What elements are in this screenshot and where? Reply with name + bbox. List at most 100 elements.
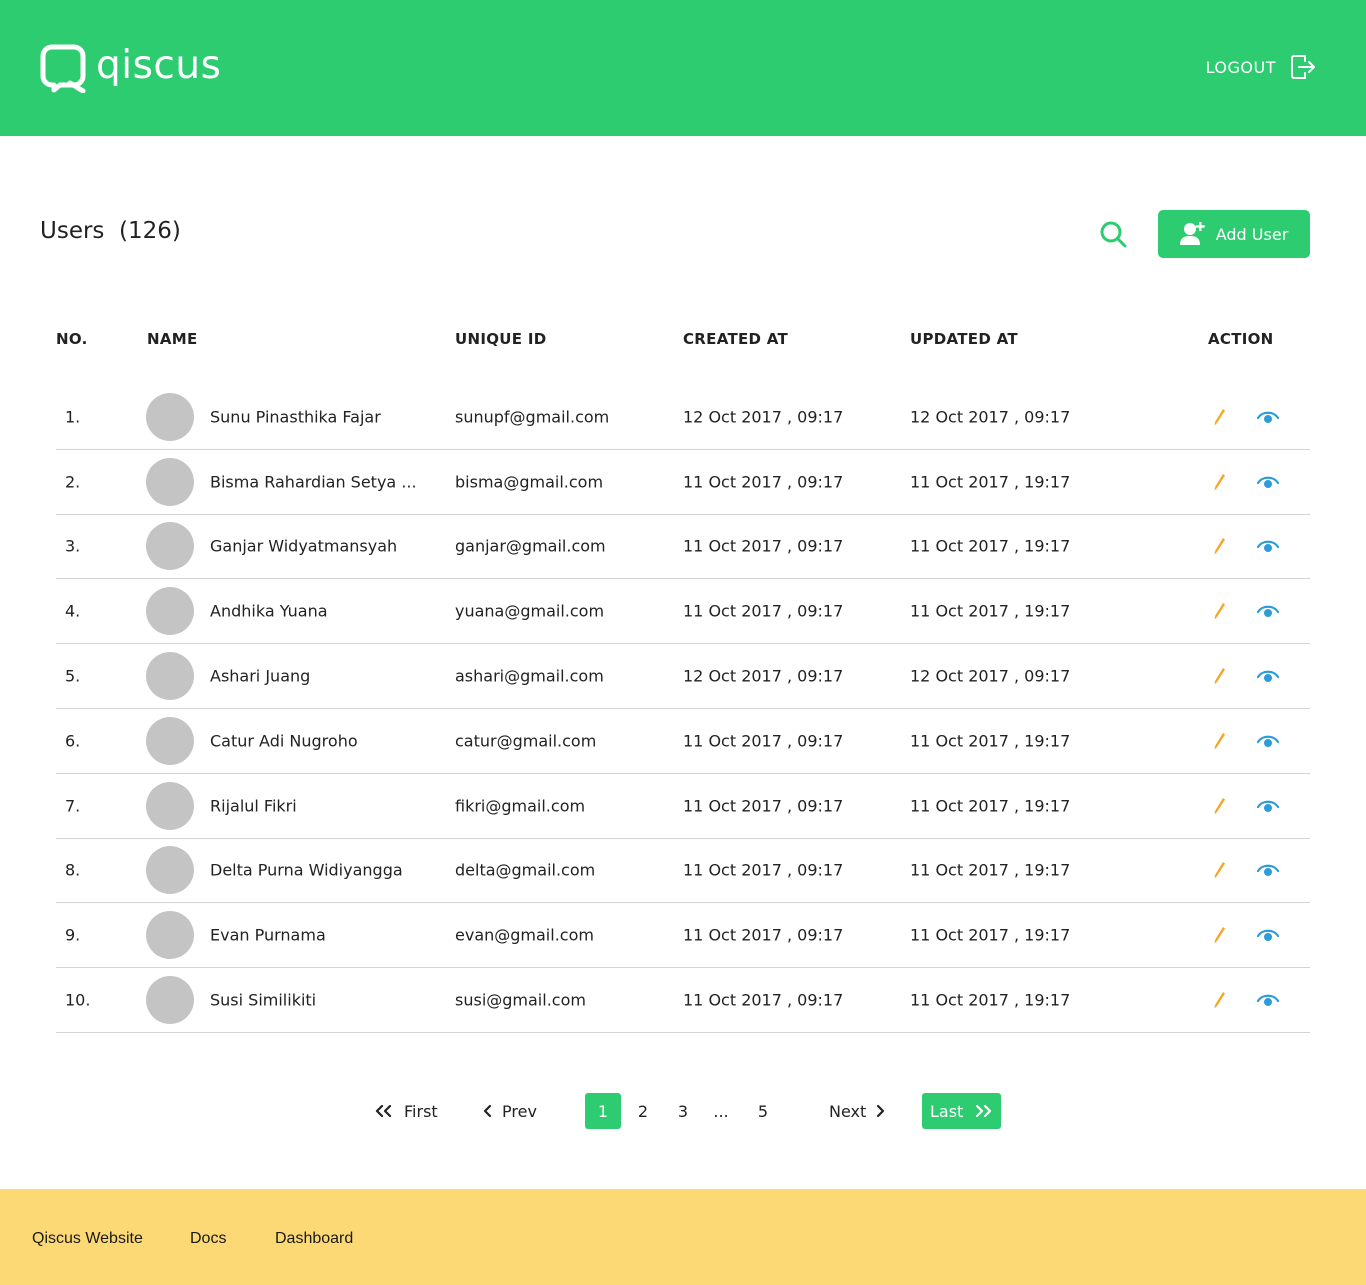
eye-icon <box>1257 668 1279 684</box>
eye-icon <box>1257 798 1279 814</box>
users-table-body: 1. Sunu Pinasthika Fajar sunupf@gmail.com 1… <box>56 385 1310 1033</box>
column-header-created-at[interactable]: CREATED AT <box>683 330 788 348</box>
row-number: 2. <box>65 472 81 492</box>
updated-at: 11 Oct 2017 , 19:17 <box>910 925 1071 945</box>
eye-icon <box>1257 409 1279 425</box>
updated-at: 11 Oct 2017 , 19:17 <box>910 601 1071 621</box>
page-button-2[interactable]: 2 <box>625 1093 661 1129</box>
page-title: Users (126) <box>40 218 181 244</box>
table-row: 4. Andhika Yuana yuana@gmail.com 11 Oct 201… <box>56 579 1310 645</box>
pencil-icon <box>1212 991 1226 1009</box>
qiscus-logo[interactable]: qiscus <box>40 43 221 93</box>
prev-page-button[interactable]: Prev <box>482 1093 537 1129</box>
updated-at: 11 Oct 2017 , 19:17 <box>910 796 1071 816</box>
user-name: Andhika Yuana <box>210 601 328 621</box>
first-page-label: First <box>404 1101 438 1121</box>
edit-button[interactable] <box>1207 405 1231 429</box>
view-button[interactable] <box>1256 534 1280 558</box>
view-button[interactable] <box>1256 470 1280 494</box>
table-header: NO. NAME UNIQUE ID CREATED AT UPDATED AT… <box>56 330 1310 354</box>
edit-button[interactable] <box>1207 988 1231 1012</box>
column-header-updated-at[interactable]: UPDATED AT <box>910 330 1018 348</box>
view-button[interactable] <box>1256 664 1280 688</box>
avatar <box>146 846 194 895</box>
logo-text: qiscus <box>96 42 222 88</box>
avatar <box>146 911 194 960</box>
avatar <box>146 457 194 506</box>
page-button-5[interactable]: 5 <box>745 1093 781 1129</box>
view-button[interactable] <box>1256 858 1280 882</box>
row-number: 5. <box>65 666 81 686</box>
row-number: 9. <box>65 925 81 945</box>
user-unique-id: catur@gmail.com <box>455 731 597 751</box>
user-unique-id: evan@gmail.com <box>455 925 594 945</box>
last-page-label: Last <box>930 1101 964 1121</box>
view-button[interactable] <box>1256 599 1280 623</box>
updated-at: 12 Oct 2017 , 09:17 <box>910 407 1071 427</box>
row-number: 8. <box>65 860 81 880</box>
view-button[interactable] <box>1256 923 1280 947</box>
table-row: 5. Ashari Juang ashari@gmail.com 12 Oct 201… <box>56 644 1310 709</box>
logout-button[interactable]: LOGOUT <box>1206 54 1316 80</box>
user-name: Evan Purnama <box>210 925 326 945</box>
footer: Qiscus Website Docs Dashboard <box>0 1189 1366 1285</box>
pencil-icon <box>1212 408 1226 426</box>
row-number: 6. <box>65 731 81 751</box>
column-header-no[interactable]: NO. <box>56 330 88 348</box>
created-at: 11 Oct 2017 , 09:17 <box>683 990 844 1010</box>
avatar <box>146 392 194 441</box>
view-button[interactable] <box>1256 405 1280 429</box>
page-title-text: Users <box>40 218 105 244</box>
page-button-3[interactable]: 3 <box>665 1093 701 1129</box>
edit-button[interactable] <box>1207 534 1231 558</box>
edit-button[interactable] <box>1207 794 1231 818</box>
edit-button[interactable] <box>1207 858 1231 882</box>
page-ellipsis: ... <box>713 1101 729 1121</box>
created-at: 11 Oct 2017 , 09:17 <box>683 601 844 621</box>
double-chevron-left-icon <box>375 1104 392 1118</box>
row-number: 10. <box>65 990 91 1010</box>
search-icon <box>1100 221 1127 248</box>
created-at: 11 Oct 2017 , 09:17 <box>683 731 844 751</box>
column-header-unique-id[interactable]: UNIQUE ID <box>455 330 546 348</box>
footer-link-docs[interactable]: Docs <box>190 1230 226 1248</box>
prev-page-label: Prev <box>502 1101 537 1121</box>
user-name: Ashari Juang <box>210 666 311 686</box>
updated-at: 11 Oct 2017 , 19:17 <box>910 990 1071 1010</box>
avatar <box>146 976 194 1025</box>
edit-button[interactable] <box>1207 470 1231 494</box>
add-user-button[interactable]: Add User <box>1158 210 1310 258</box>
avatar <box>146 781 194 830</box>
row-number: 4. <box>65 601 81 621</box>
column-header-name[interactable]: NAME <box>147 330 198 348</box>
search-button[interactable] <box>1098 219 1130 251</box>
created-at: 12 Oct 2017 , 09:17 <box>683 666 844 686</box>
footer-link-qiscus-website[interactable]: Qiscus Website <box>32 1230 143 1248</box>
edit-button[interactable] <box>1207 664 1231 688</box>
view-button[interactable] <box>1256 794 1280 818</box>
created-at: 11 Oct 2017 , 09:17 <box>683 796 844 816</box>
chevron-right-icon <box>877 1104 885 1118</box>
view-button[interactable] <box>1256 988 1280 1012</box>
avatar <box>146 587 194 636</box>
next-page-label: Next <box>829 1101 867 1121</box>
footer-link-dashboard[interactable]: Dashboard <box>275 1230 353 1248</box>
first-page-button[interactable]: First <box>374 1093 438 1129</box>
row-number: 3. <box>65 536 81 556</box>
view-button[interactable] <box>1256 729 1280 753</box>
last-page-button[interactable]: Last <box>922 1093 1002 1129</box>
edit-button[interactable] <box>1207 599 1231 623</box>
table-row: 9. Evan Purnama evan@gmail.com 11 Oct 2017 … <box>56 903 1310 969</box>
eye-icon <box>1257 603 1279 619</box>
next-page-button[interactable]: Next <box>829 1093 886 1129</box>
created-at: 11 Oct 2017 , 09:17 <box>683 860 844 880</box>
page-button-1[interactable]: 1 <box>585 1093 621 1129</box>
pagination: First Prev 1 2 3 ... 5 Next Last <box>0 1093 1366 1129</box>
pencil-icon <box>1212 602 1226 620</box>
created-at: 11 Oct 2017 , 09:17 <box>683 536 844 556</box>
edit-button[interactable] <box>1207 923 1231 947</box>
updated-at: 11 Oct 2017 , 19:17 <box>910 860 1071 880</box>
created-at: 11 Oct 2017 , 09:17 <box>683 472 844 492</box>
edit-button[interactable] <box>1207 729 1231 753</box>
eye-icon <box>1257 862 1279 878</box>
